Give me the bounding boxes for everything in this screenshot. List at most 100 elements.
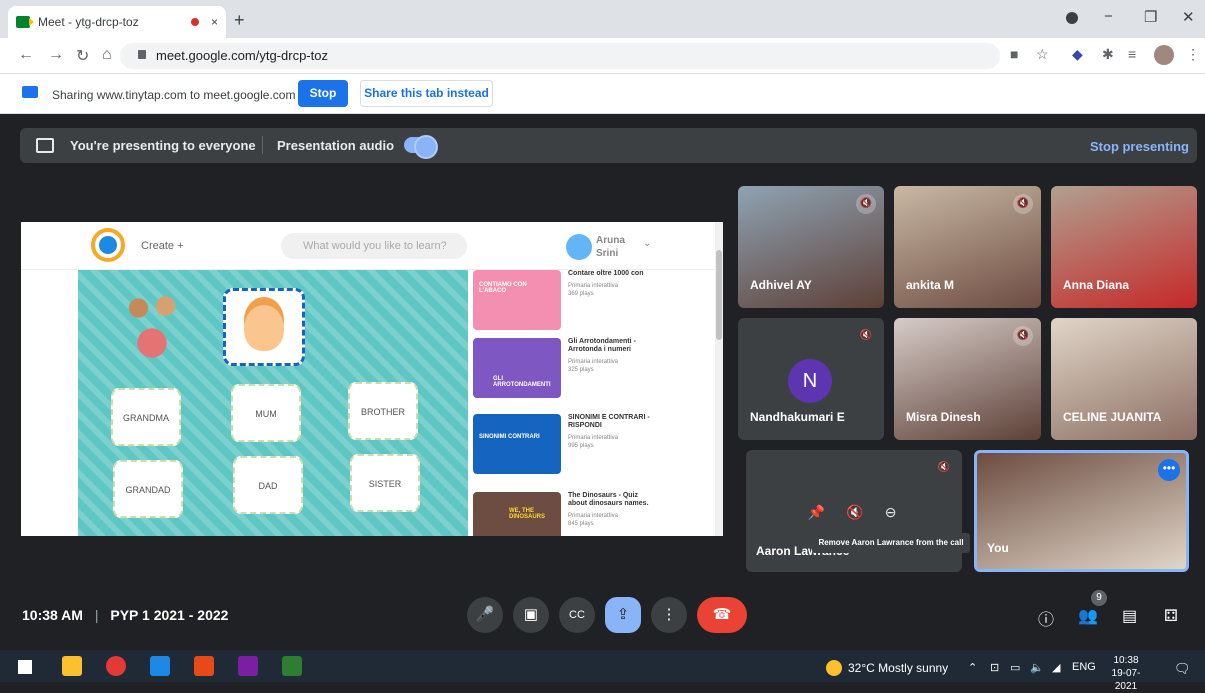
presentation-audio-toggle[interactable] <box>404 135 438 159</box>
lesson-plays: 325 plays <box>568 367 594 373</box>
presentation-audio-label: Presentation audio <box>277 138 395 153</box>
captions-button[interactable]: CC <box>559 597 595 633</box>
network-icon[interactable]: ⊡ <box>990 661 999 674</box>
self-tile[interactable]: ••• You <box>974 450 1189 572</box>
language-indicator[interactable]: ENG <box>1072 661 1096 673</box>
tab-title: Meet - ytg-drcp-toz <box>38 15 139 29</box>
browser-tab[interactable]: Meet - ytg-drcp-toz × <box>8 6 226 38</box>
participant-name: Adhivel AY <box>750 278 812 292</box>
lesson-category: Primaria interattiva <box>568 513 619 519</box>
divider: | <box>94 607 99 623</box>
share-this-tab-button[interactable]: Share this tab instead <box>360 80 493 107</box>
camera-button[interactable]: ▣ <box>513 597 549 633</box>
mute-participant-icon[interactable]: 🔇 <box>846 504 863 521</box>
more-options-button[interactable]: ⋮ <box>651 597 687 633</box>
stop-presenting-button[interactable]: Stop presenting <box>1090 139 1189 154</box>
url-text: meet.google.com/ytg-drcp-toz <box>156 48 328 63</box>
close-window-button[interactable]: ✕ <box>1182 8 1195 26</box>
new-tab-button[interactable]: + <box>234 10 245 31</box>
more-options-icon[interactable]: ••• <box>1158 459 1180 481</box>
people-icon[interactable]: 👥 <box>1078 606 1098 626</box>
tinytap-logo <box>91 228 125 262</box>
leave-call-button[interactable]: ☎ <box>697 597 747 633</box>
puzzle-extensions-icon[interactable]: ✱ <box>1102 46 1114 63</box>
onenote-icon[interactable] <box>238 656 258 676</box>
word-icon[interactable] <box>150 656 170 676</box>
word-card: SISTER <box>350 454 420 512</box>
participant-tile[interactable]: 🔇 Misra Dinesh <box>894 318 1041 440</box>
chat-icon[interactable]: ▤ <box>1122 606 1137 626</box>
avatar: N <box>788 359 832 403</box>
tooltip: Remove Aaron Lawrance from the call <box>812 533 970 553</box>
lesson-thumbnail: WE, THE DINOSAURS <box>473 492 561 536</box>
lesson-plays: 845 plays <box>568 521 594 527</box>
mic-off-icon: 🔇 <box>856 194 876 214</box>
word-card: GRANDAD <box>113 460 183 518</box>
sharing-text: Sharing www.tinytap.com to meet.google.c… <box>52 88 296 102</box>
profile-avatar[interactable] <box>1154 45 1174 65</box>
windows-start-icon[interactable] <box>18 660 32 674</box>
battery-icon[interactable]: ▭ <box>1010 661 1020 674</box>
lesson-thumbnail: GLI ARROTONDAMENTI <box>473 338 561 398</box>
volume-icon[interactable]: 🔈 <box>1030 661 1044 674</box>
file-explorer-icon[interactable] <box>62 656 82 676</box>
screen-share-icon <box>22 86 38 98</box>
participant-tile[interactable]: 🔇 Adhivel AY <box>738 186 884 308</box>
mic-off-icon: 🔇 <box>1013 326 1033 346</box>
mic-off-icon: 🔇 <box>859 330 873 341</box>
weather-icon <box>826 660 842 676</box>
notifications-icon[interactable]: 🗨 <box>1174 661 1191 677</box>
participant-tile[interactable]: CELINE JUANITA <box>1051 318 1197 440</box>
weather-text[interactable]: 32°C Mostly sunny <box>848 661 948 675</box>
bookmark-star-icon[interactable]: ☆ <box>1036 46 1049 63</box>
lesson-plays: 369 plays <box>568 291 594 297</box>
present-screen-icon <box>36 138 54 153</box>
participant-tile[interactable]: 🔇 ankita M <box>894 186 1041 308</box>
present-now-button[interactable]: ⇪ <box>605 597 641 633</box>
activities-icon[interactable]: ⚃ <box>1164 606 1178 626</box>
presenting-status: You're presenting to everyone <box>70 138 256 153</box>
stop-sharing-button[interactable]: Stop <box>298 80 348 107</box>
tile-hover-controls: 📌 🔇 ⊖ <box>797 494 907 530</box>
excel-icon[interactable] <box>282 656 302 676</box>
browser-menu-icon[interactable]: ⋮ <box>1186 46 1200 63</box>
powerpoint-icon[interactable] <box>194 656 214 676</box>
word-card: GRANDMA <box>111 388 181 446</box>
taskbar-clock[interactable]: 10:38 19-07-2021 <box>1106 654 1146 693</box>
address-bar[interactable]: meet.google.com/ytg-drcp-toz <box>120 43 1000 69</box>
media-queue-icon[interactable]: ≡ <box>1128 46 1136 62</box>
participant-name: Misra Dinesh <box>906 410 981 424</box>
remove-participant-icon[interactable]: ⊖ <box>885 504 897 521</box>
camera-indicator-icon[interactable]: ■ <box>1010 46 1018 62</box>
family-illustration <box>107 278 197 378</box>
reload-icon[interactable]: ↻ <box>76 46 89 66</box>
extension-icon[interactable]: ◆ <box>1072 46 1083 63</box>
create-link: Create + <box>141 240 184 252</box>
wifi-icon[interactable]: ◢ <box>1052 661 1060 674</box>
tab-close-icon[interactable]: × <box>211 15 218 29</box>
tray-arrow-icon[interactable]: ⌃ <box>968 661 977 674</box>
chevron-down-icon: ⌄ <box>643 238 652 249</box>
maximize-button[interactable]: ❐ <box>1144 8 1157 26</box>
mic-off-icon: 🔇 <box>937 462 951 473</box>
meeting-details-icon[interactable]: ⓘ <box>1038 606 1054 630</box>
profile-dot-icon[interactable] <box>1066 12 1078 24</box>
chrome-icon[interactable] <box>106 656 126 676</box>
microphone-button[interactable]: 🎤 <box>467 597 503 633</box>
user-avatar <box>566 234 592 260</box>
meet-favicon-icon <box>16 16 34 28</box>
forward-icon[interactable]: → <box>48 46 64 64</box>
back-icon[interactable]: ← <box>18 46 34 64</box>
lesson-category: Primaria interattiva <box>568 359 619 365</box>
site-search-input: What would you like to learn? <box>281 233 467 259</box>
minimize-button[interactable]: − <box>1104 8 1113 25</box>
page-scrollbar <box>715 222 723 536</box>
lesson-title: The Dinosaurs - Quiz about dinosaurs nam… <box>568 492 649 507</box>
participant-tile[interactable]: Anna Diana <box>1051 186 1197 308</box>
pin-icon[interactable]: 📌 <box>808 504 825 521</box>
lesson-thumbnail: CONTIAMO CON L'ABACO <box>473 270 561 330</box>
windows-taskbar <box>0 650 1205 682</box>
presenting-bar: You're presenting to everyone Presentati… <box>20 128 1197 163</box>
participant-name: Anna Diana <box>1063 278 1130 292</box>
home-icon[interactable]: ⌂ <box>102 46 112 64</box>
